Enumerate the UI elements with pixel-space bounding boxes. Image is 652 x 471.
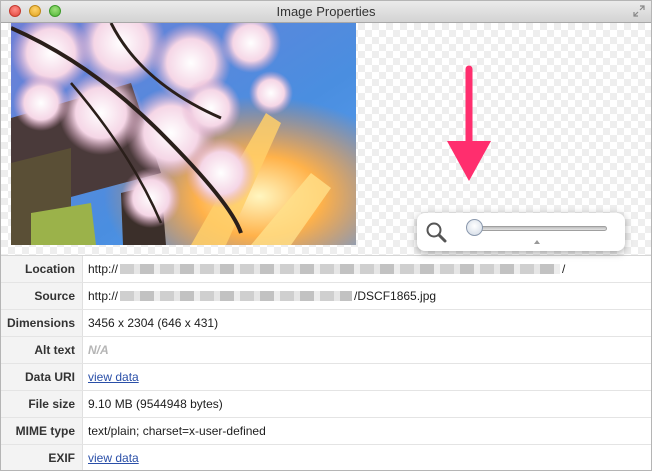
location-suffix: / bbox=[562, 262, 566, 276]
property-label: Alt text bbox=[1, 337, 83, 363]
source-value: http:// /DSCF1865.jpg bbox=[83, 283, 651, 309]
fullscreen-icon[interactable] bbox=[633, 5, 645, 17]
property-label: Source bbox=[1, 283, 83, 309]
annotation-arrow-icon bbox=[447, 65, 491, 181]
exif-cell: view data bbox=[83, 445, 651, 470]
properties-table: Location http:// / Source http:// /DSCF1… bbox=[1, 256, 651, 470]
window-title: Image Properties bbox=[276, 4, 376, 19]
property-row-file-size: File size 9.10 MB (9544948 bytes) bbox=[1, 391, 651, 418]
magnifier-icon bbox=[425, 221, 447, 243]
property-label: Dimensions bbox=[1, 310, 83, 336]
property-row-location: Location http:// / bbox=[1, 256, 651, 283]
property-row-mime-type: MIME type text/plain; charset=x-user-def… bbox=[1, 418, 651, 445]
source-prefix: http:// bbox=[88, 289, 119, 303]
dimensions-value: 3456 x 2304 (646 x 431) bbox=[88, 316, 219, 330]
location-value: http:// / bbox=[83, 256, 651, 282]
property-label: EXIF bbox=[1, 445, 83, 470]
alt-text-cell: N/A bbox=[83, 337, 651, 363]
property-row-dimensions: Dimensions 3456 x 2304 (646 x 431) bbox=[1, 310, 651, 337]
image-thumbnail bbox=[11, 23, 356, 245]
image-properties-window: Image Properties Location http:// / Sour… bbox=[0, 0, 652, 471]
property-label: Location bbox=[1, 256, 83, 282]
zoom-slider-track[interactable] bbox=[467, 226, 607, 231]
data-uri-cell: view data bbox=[83, 364, 651, 390]
source-suffix: /DSCF1865.jpg bbox=[354, 289, 437, 303]
property-label: File size bbox=[1, 391, 83, 417]
zoom-slider-thumb[interactable] bbox=[465, 219, 483, 236]
property-row-source: Source http:// /DSCF1865.jpg bbox=[1, 283, 651, 310]
redacted-text bbox=[120, 291, 353, 301]
property-row-exif: EXIF view data bbox=[1, 445, 651, 470]
property-label: Data URI bbox=[1, 364, 83, 390]
redacted-text bbox=[120, 264, 561, 274]
alt-text-value: N/A bbox=[88, 343, 109, 357]
zoom-slider-tick bbox=[534, 240, 540, 244]
zoom-control-popover bbox=[417, 213, 625, 251]
property-row-data-uri: Data URI view data bbox=[1, 364, 651, 391]
data-uri-view-link[interactable]: view data bbox=[88, 364, 139, 390]
image-preview-area bbox=[1, 23, 651, 256]
mime-type-value: text/plain; charset=x-user-defined bbox=[88, 424, 266, 438]
title-bar: Image Properties bbox=[1, 1, 651, 23]
exif-view-link[interactable]: view data bbox=[88, 445, 139, 470]
location-prefix: http:// bbox=[88, 262, 119, 276]
property-label: MIME type bbox=[1, 418, 83, 444]
file-size-value: 9.10 MB (9544948 bytes) bbox=[88, 397, 223, 411]
property-row-alt-text: Alt text N/A bbox=[1, 337, 651, 364]
